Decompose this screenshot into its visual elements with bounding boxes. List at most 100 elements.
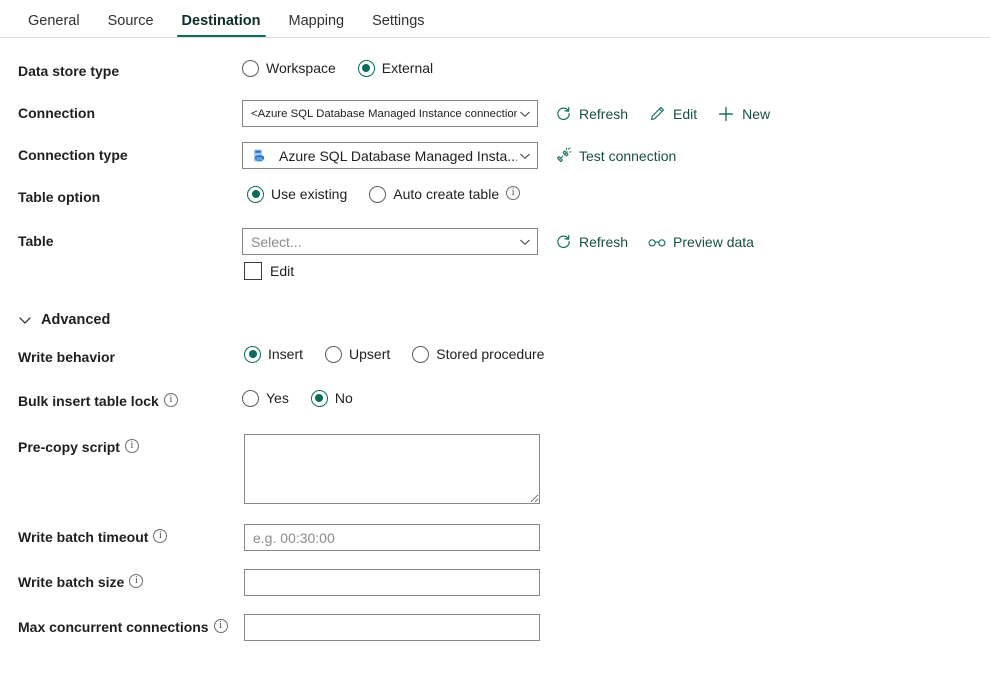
connection-type-controls: SQL Azure SQL Database Managed Insta...	[242, 142, 676, 169]
azure-sql-managed-instance-icon: SQL	[251, 148, 267, 164]
radio-stored-procedure[interactable]: Stored procedure	[412, 344, 544, 364]
row-write-behavior: Write behavior Insert Upsert Stored proc…	[0, 344, 990, 372]
tab-settings[interactable]: Settings	[358, 13, 438, 38]
tab-destination[interactable]: Destination	[168, 13, 275, 38]
bulk-insert-radio-group: Yes No	[242, 388, 353, 408]
label-table: Table	[0, 228, 242, 251]
row-bulk-insert-table-lock: Bulk insert table lock i Yes No	[0, 388, 990, 416]
action-label: Refresh	[579, 105, 629, 122]
chevron-down-icon	[19, 317, 31, 324]
chevron-down-icon	[520, 239, 530, 245]
test-connection-button[interactable]: Test connection	[554, 147, 676, 165]
chevron-down-icon	[520, 153, 530, 159]
label-connection: Connection	[0, 100, 242, 123]
refresh-table-button[interactable]: Refresh	[554, 233, 628, 251]
radio-bulk-yes[interactable]: Yes	[242, 388, 289, 408]
max-concurrent-connections-control	[242, 614, 540, 641]
checkbox-indicator	[244, 262, 262, 280]
action-label: New	[742, 105, 771, 122]
radio-insert[interactable]: Insert	[244, 344, 303, 364]
info-icon[interactable]: i	[124, 439, 139, 453]
label-text: Connection type	[18, 147, 128, 163]
connection-dropdown[interactable]: <Azure SQL Database Managed Instance con…	[242, 100, 538, 127]
advanced-section-toggle[interactable]: Advanced	[18, 312, 110, 328]
table-dropdown[interactable]: Select...	[242, 228, 538, 255]
label-spacer	[0, 262, 242, 265]
label-text: Data store type	[18, 63, 120, 79]
info-icon[interactable]: i	[163, 393, 178, 407]
svg-text:SQL: SQL	[257, 156, 263, 160]
label-table-option: Table option	[0, 184, 242, 207]
row-table: Table Select... Refresh Preview data	[0, 228, 990, 256]
new-connection-button[interactable]: New	[717, 105, 770, 123]
label-text: Table	[18, 233, 54, 249]
destination-form: Data store type Workspace External Conne…	[0, 38, 990, 642]
radio-label: Upsert	[349, 346, 391, 362]
row-write-batch-size: Write batch size i	[0, 569, 990, 597]
pre-copy-script-textarea[interactable]	[244, 434, 540, 504]
write-batch-size-input[interactable]	[244, 569, 540, 596]
connection-actions: Refresh Edit New	[554, 105, 770, 123]
label-text: Pre-copy script	[18, 439, 120, 455]
radio-indicator-selected	[310, 389, 328, 407]
table-controls: Select... Refresh Preview data	[242, 228, 754, 255]
edit-connection-button[interactable]: Edit	[648, 105, 697, 123]
radio-label: Auto create table	[393, 186, 500, 202]
connection-value: <Azure SQL Database Managed Instance con…	[251, 107, 517, 120]
row-pre-copy-script: Pre-copy script i	[0, 434, 990, 504]
tab-bar: General Source Destination Mapping Setti…	[0, 0, 990, 38]
label-text: Bulk insert table lock	[18, 393, 159, 409]
label-max-concurrent-connections: Max concurrent connections i	[0, 614, 242, 637]
plug-icon	[554, 147, 572, 165]
info-icon[interactable]: i	[506, 186, 521, 200]
write-batch-timeout-input[interactable]	[244, 524, 540, 551]
radio-label: Yes	[266, 390, 289, 406]
write-behavior-radio-group: Insert Upsert Stored procedure	[242, 344, 544, 364]
write-batch-timeout-control	[242, 524, 540, 551]
radio-indicator	[325, 345, 343, 363]
label-connection-type: Connection type	[0, 142, 242, 165]
radio-external[interactable]: External	[357, 58, 433, 78]
table-edit-checkbox[interactable]: Edit	[244, 262, 294, 280]
info-icon[interactable]: i	[153, 529, 168, 543]
radio-label: Insert	[268, 346, 304, 362]
radio-label: Use existing	[271, 186, 348, 202]
chevron-down-icon	[520, 111, 530, 117]
pre-copy-script-control	[242, 434, 540, 504]
action-label: Test connection	[579, 147, 677, 164]
refresh-icon	[554, 233, 572, 251]
tab-general[interactable]: General	[14, 13, 94, 38]
plus-icon	[717, 105, 735, 123]
row-connection-type: Connection type SQL Azure SQL Database M…	[0, 142, 990, 170]
tab-mapping[interactable]: Mapping	[275, 13, 359, 38]
table-option-radio-group: Use existing Auto create table i	[242, 184, 521, 204]
radio-workspace[interactable]: Workspace	[242, 58, 336, 78]
radio-auto-create-table[interactable]: Auto create table i	[369, 184, 521, 204]
radio-upsert[interactable]: Upsert	[325, 344, 390, 364]
tab-source[interactable]: Source	[94, 13, 168, 38]
action-label: Preview data	[673, 233, 754, 250]
label-write-batch-timeout: Write batch timeout i	[0, 524, 242, 547]
radio-label: No	[334, 390, 353, 406]
label-text: Max concurrent connections	[18, 619, 209, 635]
label-text: Write batch timeout	[18, 529, 149, 545]
radio-label: Stored procedure	[436, 346, 545, 362]
radio-bulk-no[interactable]: No	[310, 388, 353, 408]
label-data-store-type: Data store type	[0, 58, 242, 81]
radio-indicator	[242, 59, 259, 77]
connection-type-value: Azure SQL Database Managed Insta...	[279, 147, 517, 164]
label-bulk-insert-table-lock: Bulk insert table lock i	[0, 388, 242, 411]
row-table-edit: Edit	[0, 262, 990, 290]
radio-use-existing[interactable]: Use existing	[247, 184, 347, 204]
info-icon[interactable]: i	[213, 619, 228, 633]
label-text: Table option	[18, 189, 101, 205]
connection-type-actions: Test connection	[554, 147, 676, 165]
table-edit-control: Edit	[242, 262, 294, 280]
connection-type-dropdown[interactable]: SQL Azure SQL Database Managed Insta...	[242, 142, 538, 169]
max-concurrent-connections-input[interactable]	[244, 614, 540, 641]
preview-data-button[interactable]: Preview data	[648, 233, 754, 251]
info-icon[interactable]: i	[129, 574, 144, 588]
refresh-connection-button[interactable]: Refresh	[554, 105, 628, 123]
label-text: Write batch size	[18, 574, 125, 590]
glasses-icon	[648, 233, 666, 251]
